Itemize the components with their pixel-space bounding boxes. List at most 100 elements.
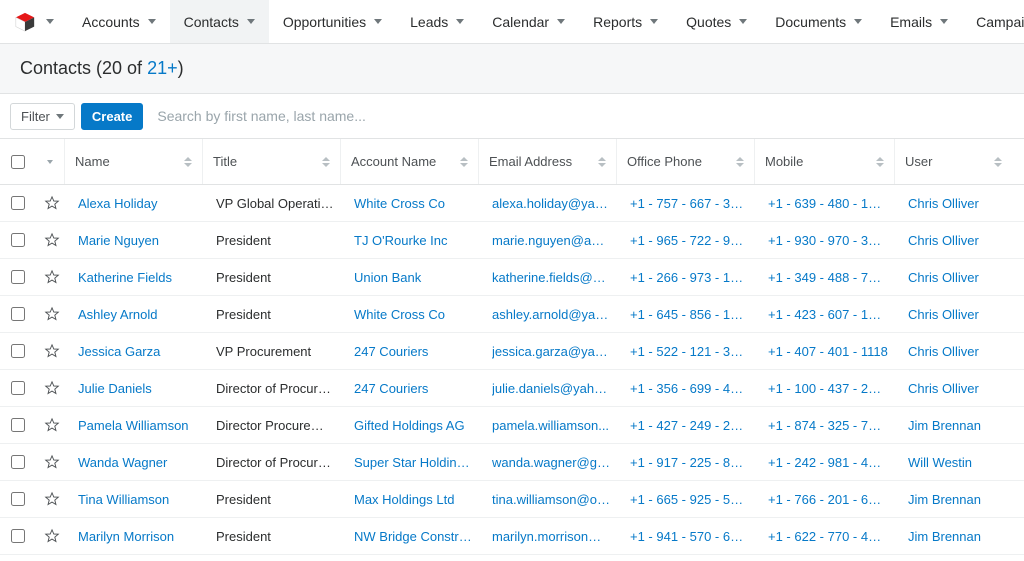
column-header-mobile[interactable]: Mobile <box>754 139 894 184</box>
star-icon[interactable] <box>44 269 60 285</box>
office-phone-link[interactable]: +1 - 941 - 570 - 6022 <box>630 529 748 544</box>
user-link[interactable]: Jim Brennan <box>908 418 1006 433</box>
email-link[interactable]: ashley.arnold@yah... <box>492 307 610 322</box>
create-button[interactable]: Create <box>81 103 143 130</box>
page-title-more-link[interactable]: 21+ <box>147 58 178 78</box>
email-link[interactable]: alexa.holiday@yaho... <box>492 196 610 211</box>
contact-name-link[interactable]: Marilyn Morrison <box>78 529 196 544</box>
user-link[interactable]: Jim Brennan <box>908 529 1006 544</box>
mobile-phone-link[interactable]: +1 - 349 - 488 - 7683 <box>768 270 888 285</box>
mobile-phone-link[interactable]: +1 - 100 - 437 - 2806 <box>768 381 888 396</box>
contact-name-link[interactable]: Tina Williamson <box>78 492 196 507</box>
account-link[interactable]: White Cross Co <box>354 307 472 322</box>
mobile-phone-link[interactable]: +1 - 407 - 401 - 1118 <box>768 344 888 359</box>
office-phone-link[interactable]: +1 - 427 - 249 - 2664 <box>630 418 748 433</box>
office-phone-link[interactable]: +1 - 356 - 699 - 4089 <box>630 381 748 396</box>
contact-name-link[interactable]: Ashley Arnold <box>78 307 196 322</box>
account-link[interactable]: 247 Couriers <box>354 381 472 396</box>
row-checkbox[interactable] <box>11 233 25 247</box>
office-phone-link[interactable]: +1 - 917 - 225 - 8744 <box>630 455 748 470</box>
email-link[interactable]: pamela.williamson... <box>492 418 610 433</box>
row-checkbox[interactable] <box>11 344 25 358</box>
logo-menu[interactable] <box>0 0 68 43</box>
office-phone-link[interactable]: +1 - 665 - 925 - 5993 <box>630 492 748 507</box>
account-link[interactable]: Super Star Holdings... <box>354 455 472 470</box>
mobile-phone-link[interactable]: +1 - 766 - 201 - 6219 <box>768 492 888 507</box>
office-phone-link[interactable]: +1 - 965 - 722 - 9909 <box>630 233 748 248</box>
account-link[interactable]: TJ O'Rourke Inc <box>354 233 472 248</box>
star-icon[interactable] <box>44 380 60 396</box>
contact-name-link[interactable]: Wanda Wagner <box>78 455 196 470</box>
star-icon[interactable] <box>44 343 60 359</box>
select-all-checkbox[interactable] <box>11 155 25 169</box>
user-link[interactable]: Will Westin <box>908 455 1006 470</box>
account-link[interactable]: White Cross Co <box>354 196 472 211</box>
user-link[interactable]: Jim Brennan <box>908 492 1006 507</box>
column-header-name[interactable]: Name <box>64 139 202 184</box>
account-link[interactable]: NW Bridge Constru... <box>354 529 472 544</box>
mobile-phone-link[interactable]: +1 - 930 - 970 - 3160 <box>768 233 888 248</box>
contact-name-link[interactable]: Marie Nguyen <box>78 233 196 248</box>
search-input[interactable] <box>149 102 1014 130</box>
user-link[interactable]: Chris Olliver <box>908 344 1006 359</box>
column-header-email[interactable]: Email Address <box>478 139 616 184</box>
row-checkbox[interactable] <box>11 455 25 469</box>
account-link[interactable]: Max Holdings Ltd <box>354 492 472 507</box>
email-link[interactable]: tina.williamson@ou... <box>492 492 610 507</box>
star-icon[interactable] <box>44 491 60 507</box>
account-link[interactable]: 247 Couriers <box>354 344 472 359</box>
column-header-account[interactable]: Account Name <box>340 139 478 184</box>
row-checkbox[interactable] <box>11 270 25 284</box>
contact-name-link[interactable]: Katherine Fields <box>78 270 196 285</box>
email-link[interactable]: jessica.garza@yaho... <box>492 344 610 359</box>
office-phone-link[interactable]: +1 - 266 - 973 - 1942 <box>630 270 748 285</box>
row-checkbox[interactable] <box>11 196 25 210</box>
office-phone-link[interactable]: +1 - 645 - 856 - 1339 <box>630 307 748 322</box>
column-header-title[interactable]: Title <box>202 139 340 184</box>
row-checkbox[interactable] <box>11 381 25 395</box>
email-link[interactable]: marilyn.morrison@... <box>492 529 610 544</box>
contact-name-link[interactable]: Alexa Holiday <box>78 196 196 211</box>
mobile-phone-link[interactable]: +1 - 639 - 480 - 1546 <box>768 196 888 211</box>
nav-item-opportunities[interactable]: Opportunities <box>269 0 396 43</box>
office-phone-link[interactable]: +1 - 522 - 121 - 3606 <box>630 344 748 359</box>
nav-item-documents[interactable]: Documents <box>761 0 876 43</box>
email-link[interactable]: wanda.wagner@gm... <box>492 455 610 470</box>
star-icon[interactable] <box>44 454 60 470</box>
user-link[interactable]: Chris Olliver <box>908 307 1006 322</box>
row-checkbox[interactable] <box>11 418 25 432</box>
user-link[interactable]: Chris Olliver <box>908 381 1006 396</box>
column-header-office-phone[interactable]: Office Phone <box>616 139 754 184</box>
nav-item-leads[interactable]: Leads <box>396 0 478 43</box>
nav-item-campaigns[interactable]: Campaigns <box>962 0 1024 43</box>
contact-name-link[interactable]: Pamela Williamson <box>78 418 196 433</box>
nav-item-accounts[interactable]: Accounts <box>68 0 170 43</box>
row-checkbox[interactable] <box>11 492 25 506</box>
nav-item-calendar[interactable]: Calendar <box>478 0 579 43</box>
user-link[interactable]: Chris Olliver <box>908 270 1006 285</box>
row-checkbox[interactable] <box>11 307 25 321</box>
user-link[interactable]: Chris Olliver <box>908 233 1006 248</box>
contact-name-link[interactable]: Julie Daniels <box>78 381 196 396</box>
contact-name-link[interactable]: Jessica Garza <box>78 344 196 359</box>
account-link[interactable]: Gifted Holdings AG <box>354 418 472 433</box>
header-actions-cell[interactable] <box>36 139 64 184</box>
account-link[interactable]: Union Bank <box>354 270 472 285</box>
star-icon[interactable] <box>44 528 60 544</box>
star-icon[interactable] <box>44 232 60 248</box>
nav-item-contacts[interactable]: Contacts <box>170 0 269 43</box>
nav-item-reports[interactable]: Reports <box>579 0 672 43</box>
mobile-phone-link[interactable]: +1 - 242 - 981 - 4990 <box>768 455 888 470</box>
office-phone-link[interactable]: +1 - 757 - 667 - 3526 <box>630 196 748 211</box>
star-icon[interactable] <box>44 417 60 433</box>
star-icon[interactable] <box>44 195 60 211</box>
column-header-user[interactable]: User <box>894 139 1012 184</box>
filter-button[interactable]: Filter <box>10 103 75 130</box>
email-link[interactable]: julie.daniels@yahoo... <box>492 381 610 396</box>
star-icon[interactable] <box>44 306 60 322</box>
email-link[interactable]: marie.nguyen@aol.... <box>492 233 610 248</box>
row-checkbox[interactable] <box>11 529 25 543</box>
mobile-phone-link[interactable]: +1 - 874 - 325 - 7346 <box>768 418 888 433</box>
mobile-phone-link[interactable]: +1 - 622 - 770 - 4590 <box>768 529 888 544</box>
nav-item-quotes[interactable]: Quotes <box>672 0 761 43</box>
